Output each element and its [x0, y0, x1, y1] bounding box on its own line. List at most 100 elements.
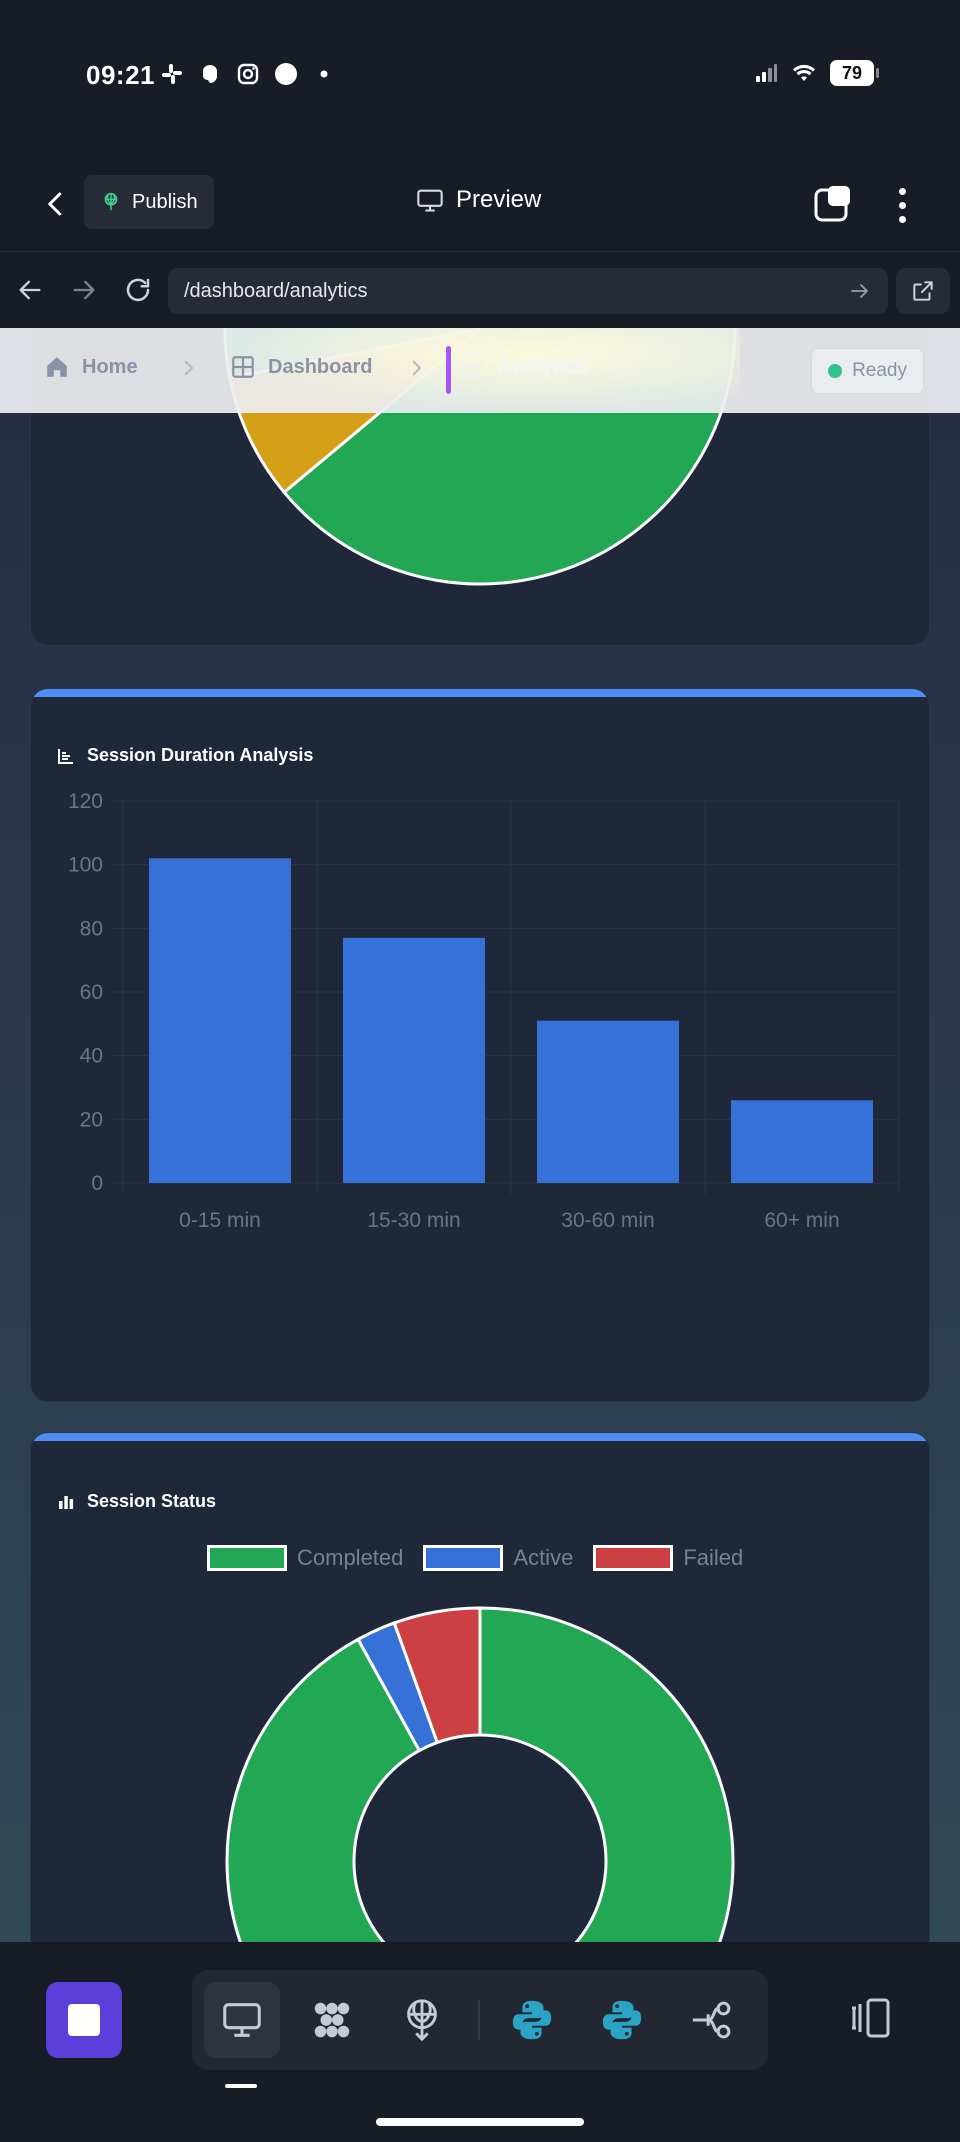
status-dot: [828, 364, 843, 378]
breadcrumb-dashboard[interactable]: Dashboard: [230, 354, 372, 380]
session-status-card: Session Status Completed Active Failed: [30, 1432, 930, 1942]
y-tick-label: 40: [80, 1045, 103, 1068]
python-icon: [512, 2000, 552, 2040]
legend-label: Failed: [683, 1545, 744, 1570]
git-tool-button[interactable]: [674, 1982, 750, 2058]
breadcrumb-dashboard-label: Dashboard: [268, 355, 373, 378]
bar[interactable]: [731, 1100, 873, 1183]
app-header: Publish Preview: [0, 160, 960, 252]
y-tick-label: 60: [80, 981, 103, 1004]
python-tool-button[interactable]: [584, 1982, 660, 2058]
stop-icon: [68, 2004, 100, 2036]
x-tick-label: 15-30 min: [367, 1209, 460, 1232]
arrow-left-icon: [19, 280, 41, 300]
active-indicator: [446, 346, 451, 394]
card-accent: [31, 689, 929, 697]
status-notification-icons: [160, 62, 336, 86]
breadcrumb-analytics[interactable]: Analytics: [460, 354, 587, 380]
legend-item[interactable]: Active: [423, 1545, 573, 1571]
panel-toggle-button[interactable]: [846, 1994, 896, 2044]
python-tool-button[interactable]: [494, 1982, 570, 2058]
preview-title: Preview: [416, 186, 541, 214]
y-tick-label: 80: [80, 917, 103, 940]
status-title: Session Status: [87, 1491, 217, 1511]
instagram-icon: [236, 62, 260, 86]
apps-icon: [314, 2002, 350, 2038]
page-viewport[interactable]: Home Dashboard Analytics Ready Session D…: [0, 328, 960, 1942]
legend-label: Completed: [297, 1545, 404, 1570]
signal-icon: [754, 61, 778, 85]
monitor-icon: [417, 189, 443, 212]
preview-tool-button[interactable]: [204, 1982, 280, 2058]
session-duration-chart: 0 20 40 60 80 100 120 0-15 min 15-30 min 30-60 mi…: [68, 790, 900, 1232]
session-duration-card: Session Duration Analysis 0 20 40 60 80 100 12…: [30, 688, 930, 1402]
home-indicator: [376, 2118, 584, 2126]
threads-icon: [198, 62, 222, 86]
monitor-icon: [223, 2003, 261, 2037]
circle-icon: [274, 62, 298, 86]
chevron-right-icon: [412, 360, 422, 376]
breadcrumb-analytics-label: Analytics: [498, 355, 587, 378]
battery-icon: 79: [830, 60, 879, 86]
status-label: Ready: [852, 360, 907, 381]
status-system-icons: 79: [754, 60, 879, 86]
bar[interactable]: [343, 937, 485, 1183]
tool-tray: [192, 1970, 768, 2070]
dot-icon: [312, 62, 336, 86]
x-tick-label: 30-60 min: [561, 1209, 654, 1232]
bottom-dock: [0, 1942, 960, 2142]
legend-label: Active: [513, 1545, 574, 1570]
tabs-button[interactable]: [814, 184, 854, 224]
bar[interactable]: [149, 858, 291, 1183]
publish-label: Publish: [132, 190, 198, 213]
slack-icon: [160, 62, 184, 86]
more-menu-button[interactable]: [884, 180, 920, 230]
publish-button[interactable]: Publish: [84, 175, 214, 229]
status-time: 09:21: [86, 60, 155, 90]
browser-forward-button[interactable]: [66, 272, 102, 308]
bar-chart-icon: [59, 1495, 74, 1509]
git-branch-icon: [692, 2001, 731, 2039]
x-tick-label: 0-15 min: [179, 1209, 261, 1232]
y-tick-label: 0: [91, 1172, 103, 1195]
active-tool-indicator: [225, 2084, 257, 2088]
reload-icon: [126, 278, 150, 302]
back-button[interactable]: [36, 184, 76, 224]
apps-tool-button[interactable]: [294, 1982, 370, 2058]
analytics-icon: [462, 357, 484, 378]
duration-title: Session Duration Analysis: [87, 745, 314, 765]
status-bar: 09:21 79: [0, 0, 960, 160]
card-title: Session Duration Analysis: [57, 745, 313, 766]
chart-legend: Completed Active Failed: [207, 1545, 743, 1571]
dashboard-icon: [232, 356, 254, 378]
stop-button[interactable]: [46, 1982, 122, 2058]
chart-bar-icon: [58, 748, 73, 764]
legend-swatch-active: [423, 1545, 504, 1571]
browser-back-button[interactable]: [12, 272, 48, 308]
go-arrow-icon[interactable]: [848, 279, 872, 303]
deploy-icon: [407, 1999, 437, 2042]
browser-reload-button[interactable]: [120, 272, 156, 308]
wifi-icon: [792, 61, 816, 85]
deploy-tool-button[interactable]: [384, 1982, 460, 2058]
status-badge: Ready: [811, 348, 924, 394]
card-accent: [31, 1433, 929, 1441]
preview-label: Preview: [456, 186, 542, 213]
legend-item[interactable]: Completed: [207, 1545, 403, 1571]
legend-swatch-completed: [207, 1545, 287, 1571]
open-external-button[interactable]: [896, 268, 950, 314]
y-tick-label: 20: [80, 1108, 103, 1131]
legend-item[interactable]: Failed: [593, 1545, 743, 1571]
publish-icon: [104, 192, 118, 211]
y-tick-label: 100: [68, 854, 103, 877]
breadcrumb-home-label: Home: [82, 355, 138, 378]
url-input[interactable]: /dashboard/analytics: [168, 268, 888, 314]
python-icon: [602, 2000, 642, 2040]
breadcrumb-home[interactable]: Home: [44, 354, 138, 380]
panel-toggle-icon: [852, 1998, 890, 2038]
legend-swatch-failed: [593, 1545, 674, 1571]
card-title: Session Status: [57, 1491, 216, 1512]
bar[interactable]: [537, 1020, 679, 1183]
chevron-right-icon: [184, 360, 194, 376]
arrow-right-icon: [73, 280, 95, 300]
